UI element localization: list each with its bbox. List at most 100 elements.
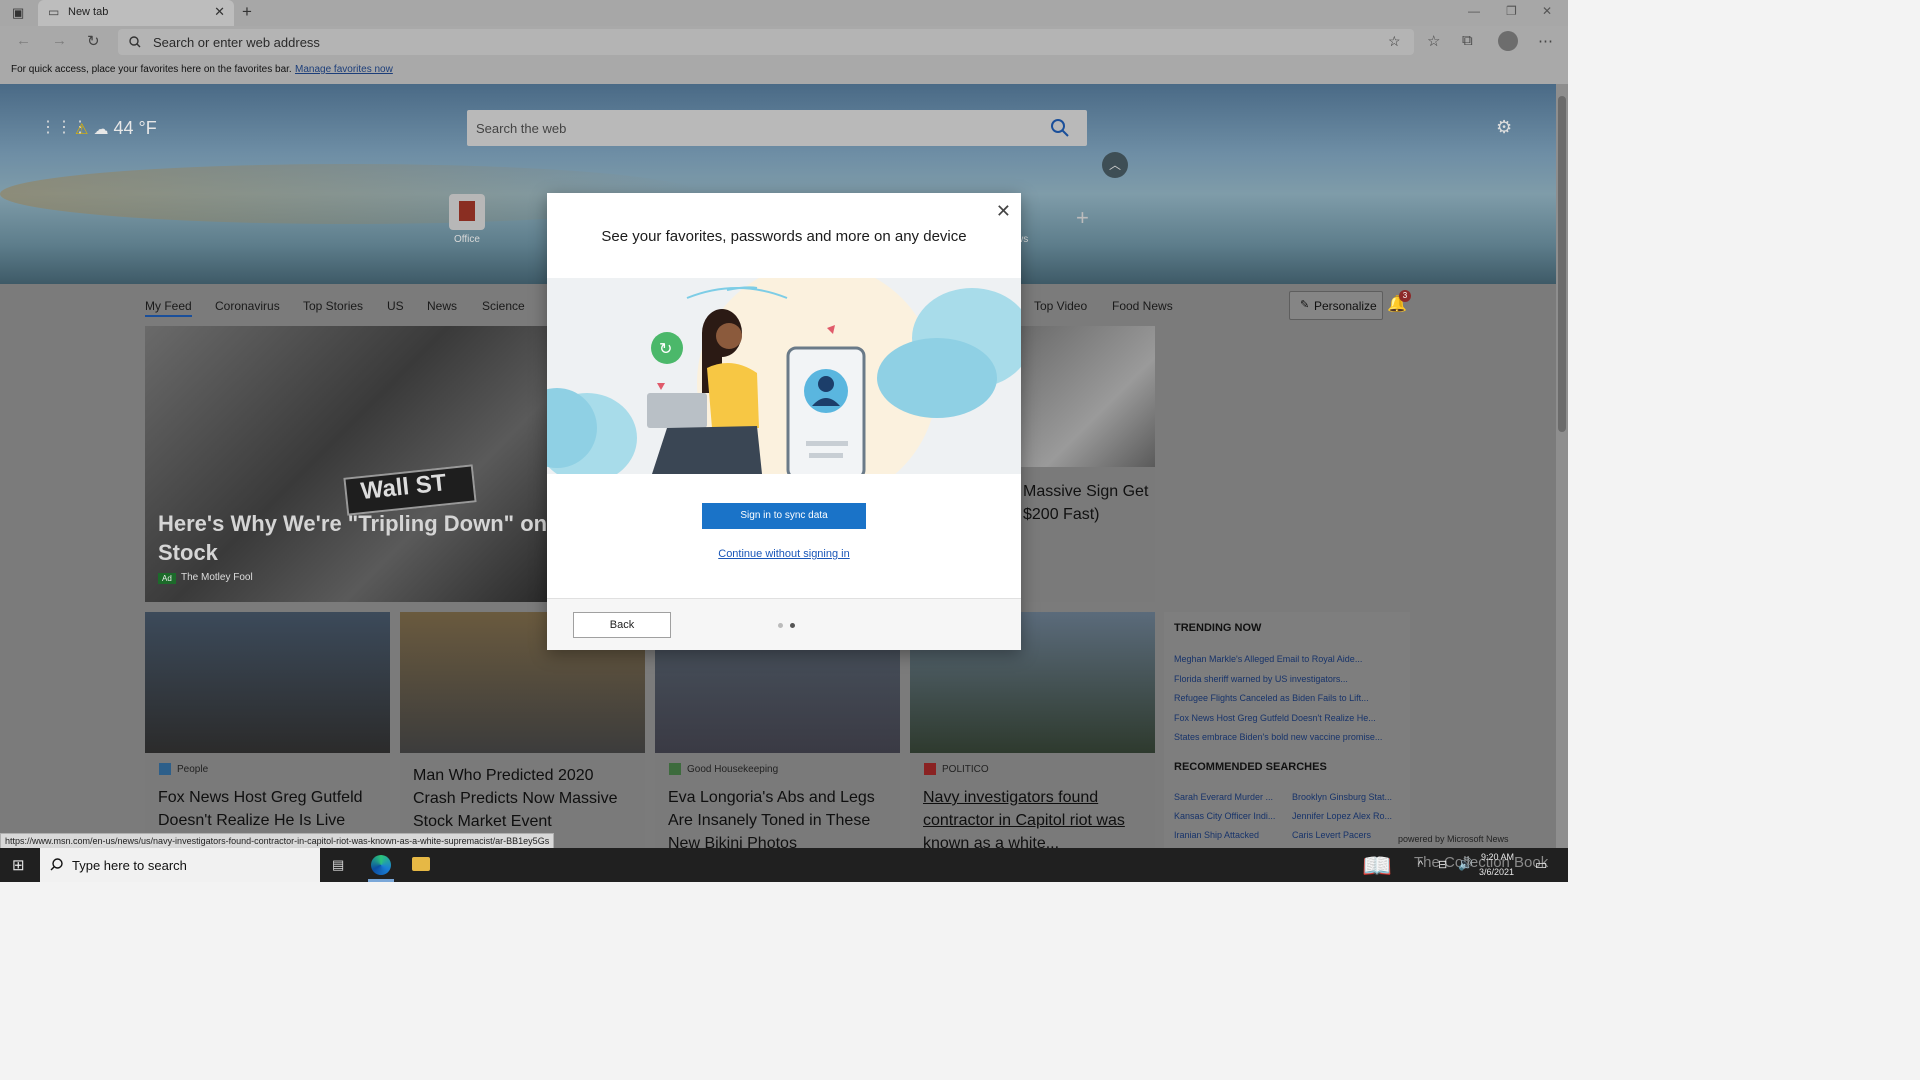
title-bar: ▣ ▭ New tab ✕ + — ❐ ✕ bbox=[0, 0, 1568, 26]
taskbar-search[interactable]: Type here to search bbox=[40, 848, 320, 882]
refresh-icon[interactable]: ↻ bbox=[87, 32, 100, 50]
tab-title: New tab bbox=[68, 6, 109, 18]
add-favorite-icon[interactable]: ☆ bbox=[1388, 33, 1401, 50]
windows-start-icon[interactable]: ⊞ bbox=[12, 856, 25, 874]
wall-street-sign: Wall ST bbox=[343, 464, 477, 516]
nav-science[interactable]: Science bbox=[482, 299, 525, 313]
favorites-icon[interactable]: ☆ bbox=[1427, 32, 1440, 50]
nav-top-video[interactable]: Top Video bbox=[1034, 299, 1087, 313]
tab-new-tab[interactable]: ▭ New tab ✕ bbox=[38, 0, 234, 26]
favorites-bar-text: For quick access, place your favorites h… bbox=[11, 64, 292, 75]
ad-badge: Ad bbox=[158, 573, 176, 584]
window-close-button[interactable]: ✕ bbox=[1542, 4, 1552, 18]
card-source: People bbox=[177, 764, 209, 775]
edge-icon[interactable] bbox=[371, 855, 391, 875]
quick-link-label: Office bbox=[454, 234, 480, 245]
nav-news[interactable]: News bbox=[427, 299, 457, 313]
right-card[interactable]: Massive Sign Get $200 Fast) bbox=[1021, 326, 1155, 602]
right-card-headline[interactable]: Massive Sign Get $200 Fast) bbox=[1023, 480, 1153, 526]
add-quick-link-icon[interactable]: + bbox=[1076, 205, 1089, 231]
file-explorer-icon[interactable] bbox=[412, 857, 430, 871]
cloud-rain-icon: ☁ bbox=[93, 121, 109, 138]
settings-gear-icon[interactable]: ⚙ bbox=[1496, 117, 1512, 138]
web-search-placeholder: Search the web bbox=[476, 121, 567, 136]
hero-headline[interactable]: Here's Why We're "Tripling Down" on Stoc… bbox=[158, 509, 548, 567]
continue-without-signin-link[interactable]: Continue without signing in bbox=[547, 548, 1021, 560]
politico-logo-icon bbox=[924, 763, 936, 775]
address-bar[interactable]: Search or enter web address ☆ bbox=[118, 29, 1414, 55]
card-headline[interactable]: Navy investigators found contractor in C… bbox=[923, 786, 1148, 855]
back-arrow-icon[interactable]: ← bbox=[16, 32, 31, 49]
card-headline[interactable]: Eva Longoria's Abs and Legs Are Insanely… bbox=[668, 786, 893, 855]
recommended-link[interactable]: Brooklyn Ginsburg Stat... bbox=[1292, 792, 1392, 802]
recommended-link[interactable]: Kansas City Officer Indi... bbox=[1174, 811, 1275, 821]
page-dot-active[interactable] bbox=[790, 623, 795, 628]
nav-food-news[interactable]: Food News bbox=[1112, 299, 1173, 313]
more-menu-icon[interactable]: ⋯ bbox=[1538, 32, 1553, 50]
recommended-link[interactable]: Sarah Everard Murder ... bbox=[1174, 792, 1273, 802]
collapse-chevron-icon[interactable]: ︿ bbox=[1102, 152, 1128, 178]
trending-link[interactable]: Florida sheriff warned by US investigato… bbox=[1174, 674, 1348, 684]
trending-link[interactable]: Refugee Flights Canceled as Biden Fails … bbox=[1174, 693, 1369, 703]
personalize-button[interactable]: ✎ Personalize bbox=[1289, 291, 1383, 320]
dialog-title: See your favorites, passwords and more o… bbox=[601, 228, 967, 245]
quick-link-office[interactable] bbox=[449, 194, 485, 230]
trending-link[interactable]: States embrace Biden's bold new vaccine … bbox=[1174, 732, 1382, 742]
active-app-indicator bbox=[368, 879, 394, 882]
tab-actions-icon[interactable]: ▣ bbox=[12, 5, 24, 21]
scrollbar-thumb[interactable] bbox=[1558, 96, 1566, 432]
weather-widget[interactable]: ⚠ ☁ 44 °F bbox=[75, 118, 157, 139]
tab-page-icon: ▭ bbox=[48, 5, 60, 19]
page-dot[interactable] bbox=[778, 623, 783, 628]
web-search-box[interactable]: Search the web bbox=[467, 110, 1087, 146]
volume-icon[interactable]: 🔊 bbox=[1458, 857, 1473, 871]
sync-dialog: ✕ See your favorites, passwords and more… bbox=[547, 193, 1021, 650]
pencil-icon: ✎ bbox=[1300, 299, 1310, 311]
nav-us[interactable]: US bbox=[387, 299, 404, 313]
weather-temp: 44 °F bbox=[113, 118, 157, 138]
svg-text:↻: ↻ bbox=[659, 339, 672, 358]
trending-link[interactable]: Fox News Host Greg Gutfeld Doesn't Reali… bbox=[1174, 713, 1376, 723]
hero-card[interactable]: Wall ST Here's Why We're "Tripling Down"… bbox=[145, 326, 547, 602]
recommended-link[interactable]: Iranian Ship Attacked bbox=[1174, 830, 1259, 840]
minimize-button[interactable]: — bbox=[1468, 4, 1480, 18]
search-icon[interactable] bbox=[1051, 119, 1069, 137]
nav-top-stories[interactable]: Top Stories bbox=[303, 299, 363, 313]
clock-time[interactable]: 9:20 AM bbox=[1481, 852, 1514, 862]
notification-badge: 3 bbox=[1399, 290, 1411, 302]
taskbar-search-placeholder: Type here to search bbox=[72, 858, 187, 873]
trending-link[interactable]: Meghan Markle's Alleged Email to Royal A… bbox=[1174, 654, 1362, 664]
card-headline[interactable]: Fox News Host Greg Gutfeld Doesn't Reali… bbox=[158, 786, 383, 832]
dialog-footer: Back bbox=[547, 598, 1021, 650]
personalize-label: Personalize bbox=[1314, 299, 1377, 313]
sign-in-button[interactable]: Sign in to sync data bbox=[702, 503, 866, 529]
hero-source: The Motley Fool bbox=[181, 572, 253, 583]
profile-avatar[interactable] bbox=[1498, 31, 1518, 51]
manage-favorites-link[interactable]: Manage favorites now bbox=[295, 64, 393, 75]
news-card[interactable]: People Fox News Host Greg Gutfeld Doesn'… bbox=[145, 612, 390, 848]
action-center-icon[interactable]: ▭ bbox=[1535, 857, 1547, 873]
tab-close-icon[interactable]: ✕ bbox=[214, 4, 225, 20]
nav-coronavirus[interactable]: Coronavirus bbox=[215, 299, 280, 313]
nav-my-feed[interactable]: My Feed bbox=[145, 299, 192, 317]
tray-chevron-icon[interactable]: ^ bbox=[1418, 859, 1423, 871]
card-headline[interactable]: Man Who Predicted 2020 Crash Predicts No… bbox=[413, 764, 638, 833]
clock-date[interactable]: 3/6/2021 bbox=[1479, 867, 1514, 877]
network-icon[interactable]: ⊟ bbox=[1438, 858, 1447, 871]
collections-icon[interactable]: ⧉ bbox=[1462, 32, 1473, 49]
back-button[interactable]: Back bbox=[573, 612, 671, 638]
task-view-icon[interactable]: ▤ bbox=[332, 857, 344, 873]
maximize-button[interactable]: ❐ bbox=[1506, 4, 1517, 18]
forward-arrow-icon[interactable]: → bbox=[52, 32, 67, 49]
close-icon[interactable]: ✕ bbox=[996, 201, 1011, 222]
status-url: https://www.msn.com/en-us/news/us/navy-i… bbox=[0, 833, 555, 849]
card-image bbox=[1021, 326, 1155, 467]
new-tab-button[interactable]: + bbox=[242, 2, 252, 22]
trending-panel: TRENDING NOW Meghan Markle's Alleged Ema… bbox=[1164, 612, 1410, 848]
trending-title[interactable]: TRENDING NOW bbox=[1174, 622, 1261, 634]
address-placeholder: Search or enter web address bbox=[153, 35, 320, 50]
recommended-link[interactable]: Caris Levert Pacers bbox=[1292, 830, 1371, 840]
search-icon bbox=[50, 858, 63, 871]
recommended-link[interactable]: Jennifer Lopez Alex Ro... bbox=[1292, 811, 1392, 821]
search-icon bbox=[129, 36, 141, 48]
